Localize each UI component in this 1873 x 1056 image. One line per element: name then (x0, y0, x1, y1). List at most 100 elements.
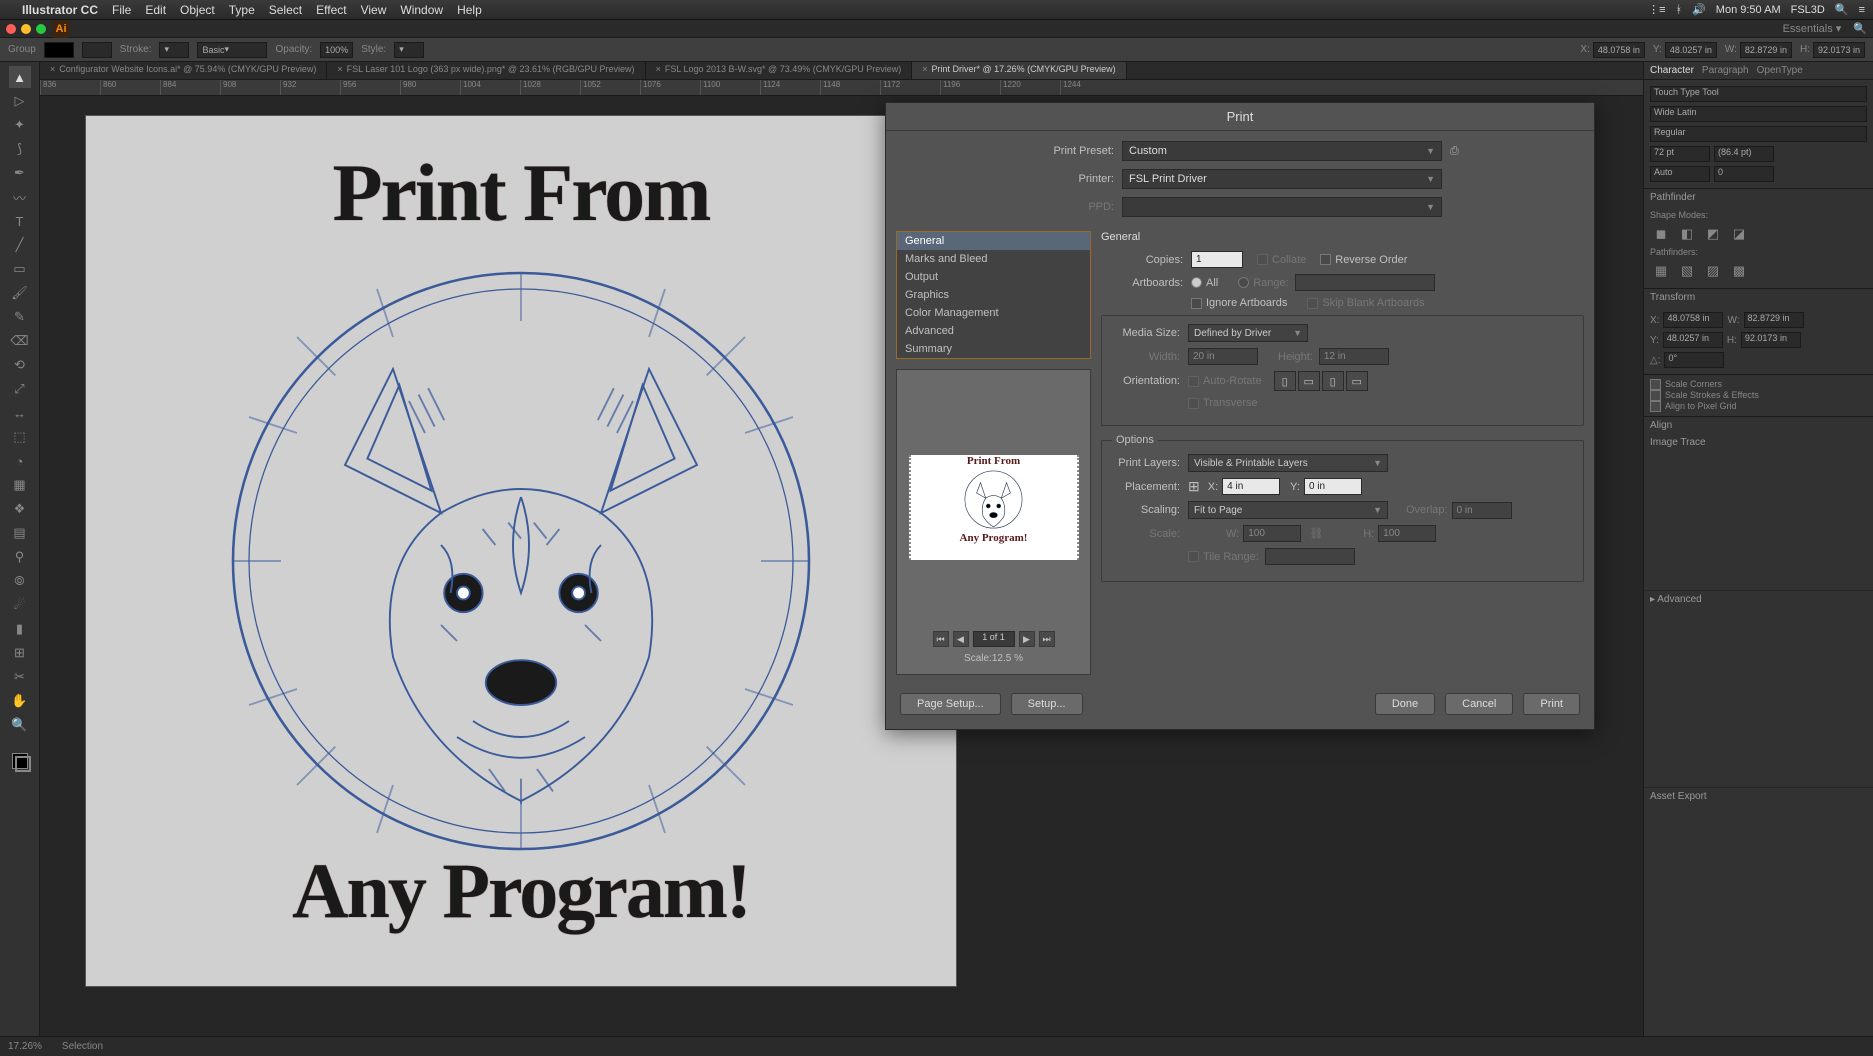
zoom-level[interactable]: 17.26% (8, 1041, 42, 1052)
divide-icon[interactable]: ▦ (1650, 260, 1672, 282)
cat-color[interactable]: Color Management (897, 304, 1090, 322)
copies-input[interactable] (1191, 251, 1243, 268)
cat-general[interactable]: General (897, 232, 1090, 250)
x-field[interactable]: 48.0758 in (1593, 42, 1645, 58)
shape-builder-tool[interactable]: ◔ (9, 450, 31, 472)
scale-corners-chk[interactable]: Scale Corners (1650, 379, 1867, 390)
type-tool[interactable]: T (9, 210, 31, 232)
gradient-tool[interactable]: ▤ (9, 522, 31, 544)
wifi-icon[interactable]: ⋮≡ (1648, 3, 1665, 16)
curvature-tool[interactable]: 〰 (9, 186, 31, 208)
symbol-sprayer-tool[interactable]: ☄ (9, 594, 31, 616)
preview-next[interactable]: ▶ (1019, 631, 1035, 647)
cat-advanced[interactable]: Advanced (897, 322, 1090, 340)
menu-effect[interactable]: Effect (316, 3, 346, 17)
th-field[interactable]: 92.0173 in (1741, 332, 1801, 348)
link-icon[interactable]: ⛓ (1309, 527, 1323, 540)
touch-type-btn[interactable]: Touch Type Tool (1650, 86, 1867, 102)
advanced-title[interactable]: ▸ Advanced (1644, 591, 1873, 608)
placement-y-input[interactable] (1304, 478, 1362, 495)
notification-icon[interactable]: ≡ (1859, 4, 1865, 16)
minus-front-icon[interactable]: ◧ (1676, 223, 1698, 245)
line-tool[interactable]: ╱ (9, 234, 31, 256)
menu-object[interactable]: Object (180, 3, 215, 17)
column-graph-tool[interactable]: ▮ (9, 618, 31, 640)
hand-tool[interactable]: ✋ (9, 690, 31, 712)
cat-output[interactable]: Output (897, 268, 1090, 286)
merge-icon[interactable]: ▨ (1702, 260, 1724, 282)
doc-tab-0[interactable]: ×Configurator Website Icons.ai* @ 75.94%… (40, 62, 327, 79)
scaling-select[interactable]: Fit to Page▼ (1188, 501, 1388, 519)
bluetooth-icon[interactable]: ᚼ (1675, 4, 1682, 16)
placement-grid-icon[interactable]: ⊞ (1188, 478, 1200, 495)
eyedropper-tool[interactable]: ⚲ (9, 546, 31, 568)
orient-landscape-right[interactable]: ▭ (1346, 371, 1368, 391)
pencil-tool[interactable]: ✎ (9, 306, 31, 328)
font-style[interactable]: Regular (1650, 126, 1867, 142)
scale-tool[interactable]: ⤢ (9, 378, 31, 400)
user-name[interactable]: FSL3D (1791, 4, 1825, 16)
scale-strokes-chk[interactable]: Scale Strokes & Effects (1650, 390, 1867, 401)
unite-icon[interactable]: ◼ (1650, 223, 1672, 245)
stroke-weight[interactable]: ▾ (159, 42, 189, 58)
done-button[interactable]: Done (1375, 693, 1435, 715)
cat-summary[interactable]: Summary (897, 340, 1090, 358)
preview-first[interactable]: ⏮ (933, 631, 949, 647)
exclude-icon[interactable]: ◪ (1728, 223, 1750, 245)
page-setup-button[interactable]: Page Setup... (900, 693, 1001, 715)
blend-tool[interactable]: ⦾ (9, 570, 31, 592)
mesh-tool[interactable]: ❖ (9, 498, 31, 520)
free-transform-tool[interactable]: ⬚ (9, 426, 31, 448)
print-button[interactable]: Print (1523, 693, 1580, 715)
tw-field[interactable]: 82.8729 in (1744, 312, 1804, 328)
cancel-button[interactable]: Cancel (1445, 693, 1513, 715)
tracking[interactable]: 0 (1714, 166, 1774, 182)
fill-stroke-icon[interactable] (7, 748, 33, 774)
setup-button[interactable]: Setup... (1011, 693, 1083, 715)
volume-icon[interactable]: 🔊 (1692, 3, 1706, 16)
app-name[interactable]: Illustrator CC (22, 3, 98, 17)
menu-file[interactable]: File (112, 3, 131, 17)
fill-swatch[interactable] (44, 42, 74, 58)
tab-opentype[interactable]: OpenType (1757, 65, 1803, 76)
font-size[interactable]: 72 pt (1650, 146, 1710, 162)
menu-window[interactable]: Window (400, 3, 443, 17)
trim-icon[interactable]: ▧ (1676, 260, 1698, 282)
doc-tab-2[interactable]: ×FSL Logo 2013 B-W.svg* @ 73.49% (CMYK/G… (646, 62, 913, 79)
selection-tool[interactable]: ▲ (9, 66, 31, 88)
doc-tab-1[interactable]: ×FSL Laser 101 Logo (363 px wide).png* @… (327, 62, 645, 79)
crop-icon[interactable]: ▩ (1728, 260, 1750, 282)
paintbrush-tool[interactable]: 🖌 (9, 282, 31, 304)
print-layers-select[interactable]: Visible & Printable Layers▼ (1188, 454, 1388, 472)
h-field[interactable]: 92.0173 in (1813, 42, 1865, 58)
slice-tool[interactable]: ✂ (9, 666, 31, 688)
preview-last[interactable]: ⏭ (1039, 631, 1055, 647)
media-size-select[interactable]: Defined by Driver▼ (1188, 324, 1308, 342)
leading[interactable]: (86.4 pt) (1714, 146, 1774, 162)
minimize-window[interactable] (21, 24, 31, 34)
tab-paragraph[interactable]: Paragraph (1702, 65, 1749, 76)
width-tool[interactable]: ↔ (9, 402, 31, 424)
perspective-tool[interactable]: ▦ (9, 474, 31, 496)
y-field[interactable]: 48.0257 in (1665, 42, 1717, 58)
magic-wand-tool[interactable]: ✦ (9, 114, 31, 136)
stroke-swatch[interactable] (82, 42, 112, 58)
preset-select[interactable]: Custom▼ (1122, 141, 1442, 161)
menu-select[interactable]: Select (269, 3, 302, 17)
menu-help[interactable]: Help (457, 3, 482, 17)
search-icon[interactable]: 🔍 (1853, 22, 1867, 35)
printer-select[interactable]: FSL Print Driver▼ (1122, 169, 1442, 189)
close-window[interactable] (6, 24, 16, 34)
intersect-icon[interactable]: ◩ (1702, 223, 1724, 245)
preview-prev[interactable]: ◀ (953, 631, 969, 647)
orient-portrait-down[interactable]: ▯ (1322, 371, 1344, 391)
all-radio[interactable]: All (1191, 277, 1218, 289)
pen-tool[interactable]: ✒ (9, 162, 31, 184)
zoom-window[interactable] (36, 24, 46, 34)
angle-field[interactable]: 0° (1664, 352, 1724, 368)
preview-page[interactable]: 1 of 1 (973, 631, 1015, 647)
artboard-tool[interactable]: ⊞ (9, 642, 31, 664)
style-field[interactable]: ▾ (394, 42, 424, 58)
w-field[interactable]: 82.8729 in (1740, 42, 1792, 58)
doc-tab-3[interactable]: ×Print Driver* @ 17.26% (CMYK/GPU Previe… (912, 62, 1126, 79)
